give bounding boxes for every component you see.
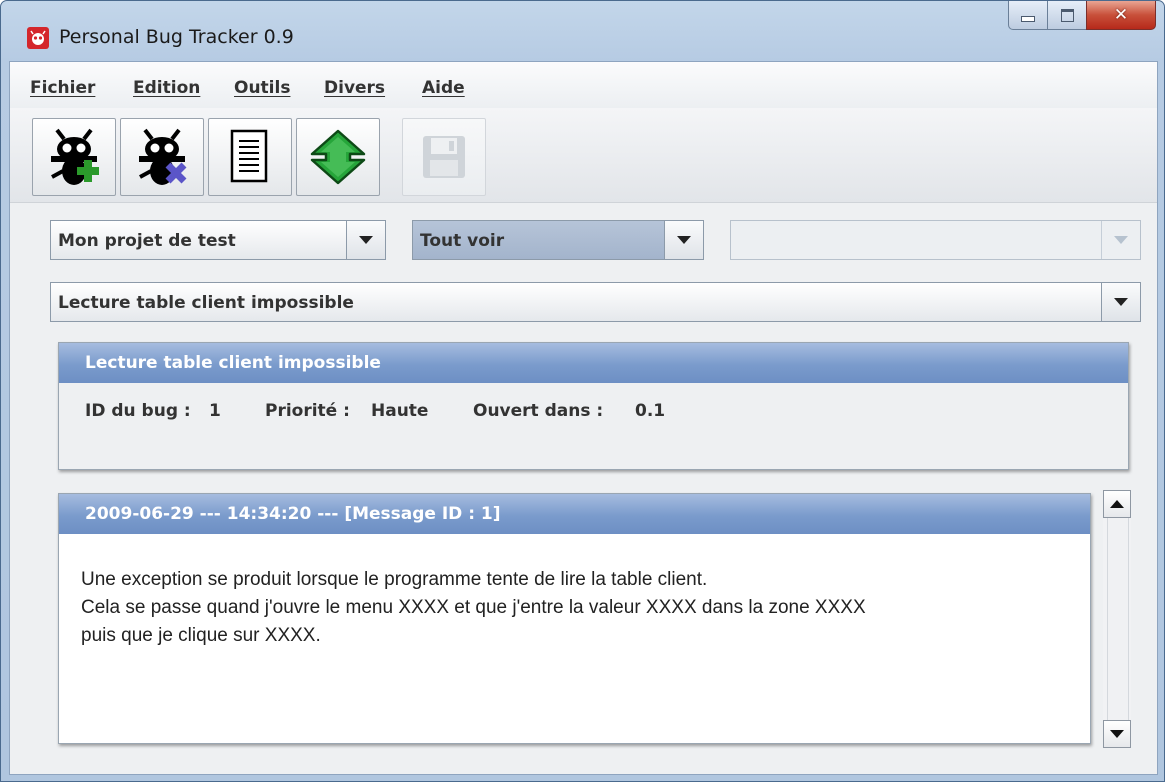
document-icon — [230, 129, 268, 183]
secondary-filter-dropdown-button[interactable] — [1101, 221, 1140, 259]
minimize-icon — [1021, 16, 1035, 22]
menu-outils[interactable]: Outils — [234, 78, 290, 98]
close-icon: ✕ — [1113, 5, 1129, 25]
message-header: 2009-06-29 --- 14:34:20 --- [Message ID … — [59, 494, 1090, 534]
message-body: Une exception se produit lorsque le prog… — [81, 566, 866, 650]
sync-arrows-icon — [310, 129, 366, 185]
save-button[interactable] — [402, 118, 486, 196]
delete-bug-icon — [139, 128, 187, 185]
menu-fichier[interactable]: Fichier — [30, 78, 95, 98]
chevron-down-icon — [1114, 298, 1128, 306]
priority-label: Priorité : — [265, 401, 350, 421]
view-filter-value: Tout voir — [420, 231, 505, 251]
chevron-down-icon — [1114, 236, 1128, 244]
delete-bug-button[interactable] — [120, 118, 204, 196]
message-panel: 2009-06-29 --- 14:34:20 --- [Message ID … — [58, 493, 1091, 744]
menu-edition[interactable]: Edition — [133, 78, 200, 98]
view-filter-select[interactable]: Tout voir — [412, 220, 704, 260]
secondary-filter-select[interactable] — [730, 220, 1141, 260]
bug-id-value: 1 — [209, 401, 221, 421]
bug-dropdown-button[interactable] — [1101, 283, 1140, 321]
priority-value: Haute — [371, 401, 429, 421]
save-floppy-icon — [423, 136, 465, 178]
menu-aide[interactable]: Aide — [422, 78, 465, 98]
project-dropdown-button[interactable] — [346, 221, 385, 259]
message-line: Cela se passe quand j'ouvre le menu XXXX… — [81, 597, 866, 618]
scroll-track[interactable] — [1107, 518, 1129, 720]
minimize-button[interactable] — [1008, 1, 1047, 30]
toolbar — [10, 108, 1157, 203]
project-select[interactable]: Mon projet de test — [50, 220, 386, 260]
arrow-down-icon — [1110, 730, 1124, 738]
message-header-text: 2009-06-29 --- 14:34:20 --- [Message ID … — [85, 504, 501, 524]
bug-title: Lecture table client impossible — [85, 353, 381, 373]
chevron-down-icon — [677, 236, 691, 244]
view-filter-dropdown-button[interactable] — [664, 221, 703, 259]
chevron-down-icon — [359, 236, 373, 244]
sync-button[interactable] — [296, 118, 380, 196]
document-button[interactable] — [208, 118, 292, 196]
client-area: Fichier Edition Outils Divers Aide Mon p… — [9, 61, 1158, 775]
menu-bar: Fichier Edition Outils Divers Aide — [10, 62, 1157, 108]
project-select-value: Mon projet de test — [58, 231, 236, 251]
scroll-down-button[interactable] — [1103, 720, 1131, 748]
maximize-icon — [1060, 8, 1074, 22]
close-button[interactable]: ✕ — [1086, 1, 1156, 30]
window-controls: ✕ — [1008, 1, 1156, 31]
bug-info-panel: Lecture table client impossible ID du bu… — [58, 342, 1129, 470]
bug-app-icon — [27, 27, 49, 49]
window-title: Personal Bug Tracker 0.9 — [59, 26, 294, 48]
scroll-up-button[interactable] — [1103, 490, 1131, 518]
bug-info-header: Lecture table client impossible — [59, 343, 1128, 383]
bug-id-label: ID du bug : — [85, 401, 191, 421]
message-scrollbar[interactable] — [1103, 490, 1131, 748]
message-line: Une exception se produit lorsque le prog… — [81, 569, 708, 590]
bug-select[interactable]: Lecture table client impossible — [50, 282, 1141, 322]
bug-select-value: Lecture table client impossible — [58, 293, 354, 313]
menu-divers[interactable]: Divers — [324, 78, 385, 98]
add-bug-button[interactable] — [32, 118, 116, 196]
title-bar[interactable]: Personal Bug Tracker 0.9 ✕ — [1, 1, 1164, 61]
opened-in-label: Ouvert dans : — [473, 401, 604, 421]
add-bug-icon — [51, 128, 99, 185]
app-window: Personal Bug Tracker 0.9 ✕ Fichier Editi… — [0, 0, 1165, 782]
opened-in-value: 0.1 — [635, 401, 666, 421]
arrow-up-icon — [1110, 500, 1124, 508]
maximize-button[interactable] — [1047, 1, 1086, 30]
message-line: puis que je clique sur XXXX. — [81, 625, 321, 646]
